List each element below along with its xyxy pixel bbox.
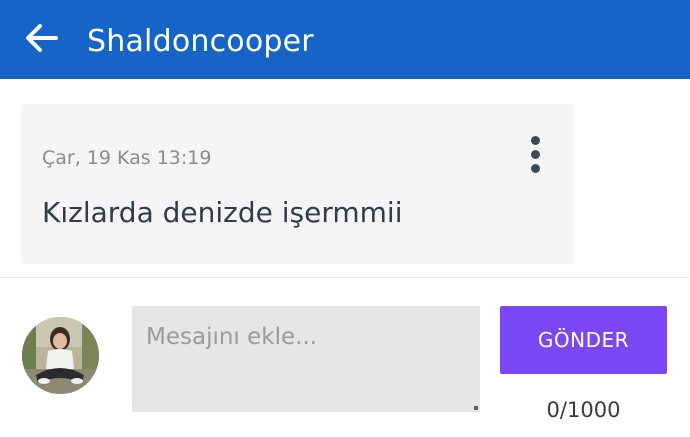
page-title: Shaldoncooper [87,24,314,59]
more-vertical-icon [531,150,540,159]
message-composer: GÖNDER 0/1000 [0,277,690,437]
resize-handle[interactable] [474,406,478,410]
character-counter: 0/1000 [546,398,621,422]
back-button[interactable] [22,20,62,56]
send-button[interactable]: GÖNDER [500,306,667,374]
message-timestamp: Çar, 19 Kas 13:19 [42,147,212,169]
message-text: Kızlarda denizde işermmii [42,196,403,229]
app-bar: Shaldoncooper [0,0,690,79]
arrow-left-icon [26,24,58,52]
chat-screen: Shaldoncooper Çar, 19 Kas 13:19 Kızlarda… [0,0,690,437]
user-avatar-image [22,317,99,394]
more-options-button[interactable] [521,134,551,174]
more-vertical-icon [531,164,540,173]
avatar [22,317,99,394]
more-vertical-icon [531,136,540,145]
message-card: Çar, 19 Kas 13:19 Kızlarda denizde işerm… [21,104,573,264]
message-input[interactable] [132,306,480,412]
